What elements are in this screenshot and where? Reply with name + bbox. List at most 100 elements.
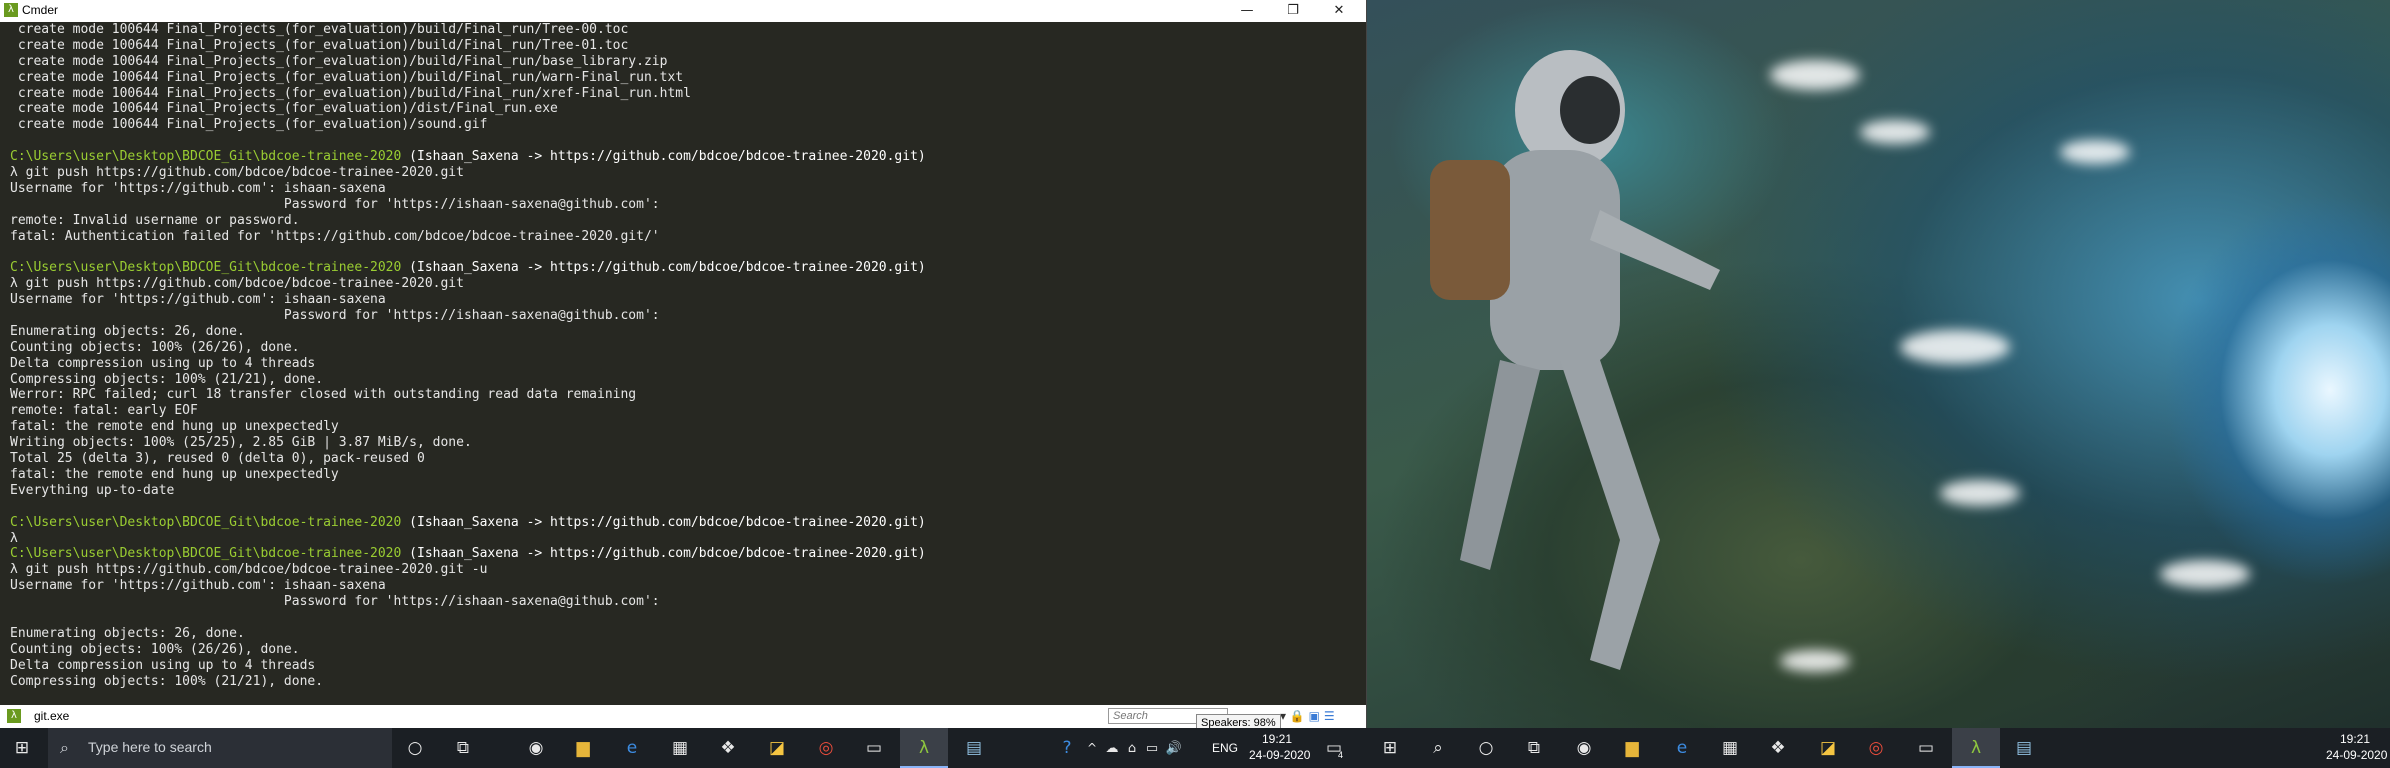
cmder-logo-icon: λ: [4, 3, 18, 17]
search-icon-secondary[interactable]: ⌕: [1426, 736, 1450, 760]
edge-icon-secondary[interactable]: e: [1670, 736, 1694, 760]
console-line: Username for 'https://github.com': ishaa…: [10, 578, 386, 594]
minimize-button[interactable]: —: [1224, 0, 1270, 22]
astronaut-figure: [1430, 50, 1720, 670]
console-line: Compressing objects: 100% (21/21), done.: [10, 371, 324, 387]
console-line: fatal: the remote end hung up unexpected…: [10, 466, 339, 482]
console-line: create mode 100644 Final_Projects_(for_e…: [10, 69, 684, 85]
console-line: λ git push https://github.com/bdcoe/bdco…: [10, 562, 488, 578]
notepad-icon-secondary[interactable]: ▤: [2012, 736, 2036, 760]
clock-time[interactable]: 19:21: [1262, 732, 1292, 746]
cloud: [2160, 560, 2250, 588]
cmder-taskbar-icon-secondary[interactable]: λ: [1964, 736, 1988, 760]
console-line: Enumerating objects: 26, done.: [10, 625, 245, 641]
cloud: [1770, 60, 1860, 90]
sticky-notes-icon-secondary[interactable]: ◪: [1816, 736, 1840, 760]
steam-icon[interactable]: ◉: [524, 736, 548, 760]
console-line: remote: fatal: early EOF: [10, 403, 198, 419]
console-line: C:\Users\user\Desktop\BDCOE_Git\bdcoe-tr…: [10, 149, 1360, 165]
console-line: C:\Users\user\Desktop\BDCOE_Git\bdcoe-tr…: [10, 515, 1360, 531]
dropbox-icon[interactable]: ❖: [716, 736, 740, 760]
console-line: Username for 'https://github.com': ishaa…: [10, 292, 386, 308]
status-icons: ▾ 🔒 ▣ ☰: [1280, 709, 1335, 723]
notification-count: 4: [1338, 750, 1344, 760]
clock-date-secondary[interactable]: 24-09-2020: [2326, 748, 2387, 762]
console-line: create mode 100644 Final_Projects_(for_e…: [10, 37, 629, 53]
prompt-branch: (Ishaan_Saxena -> https://github.com/bdc…: [401, 149, 926, 165]
windows-start-icon[interactable]: ⊞: [10, 736, 34, 760]
clock-time-secondary[interactable]: 19:21: [2340, 732, 2370, 746]
console-output[interactable]: create mode 100644 Final_Projects_(for_e…: [10, 22, 1360, 702]
sticky-notes-icon[interactable]: ◪: [765, 736, 789, 760]
taskbar: ⊞ ⌕ Type here to search ○ ⧉ ◉ ▆ e ▦ ❖ ◪ …: [0, 728, 2390, 768]
cmder-window: λ Cmder — ❐ ✕ create mode 100644 Final_P…: [0, 0, 1366, 732]
prompt-branch: (Ishaan_Saxena -> https://github.com/bdc…: [401, 546, 926, 562]
task-view-icon[interactable]: ⧉: [451, 736, 475, 760]
console-line: Password for 'https://ishaan-saxena@gith…: [10, 196, 660, 212]
speaker-icon[interactable]: 🔊: [1162, 736, 1186, 760]
task-view-icon-secondary[interactable]: ⧉: [1522, 736, 1546, 760]
prompt-path: C:\Users\user\Desktop\BDCOE_Git\bdcoe-tr…: [10, 514, 402, 530]
prompt-path: C:\Users\user\Desktop\BDCOE_Git\bdcoe-tr…: [10, 149, 402, 165]
console-line: Password for 'https://ishaan-saxena@gith…: [10, 594, 660, 610]
console-line: Total 25 (delta 3), reused 0 (delta 0), …: [10, 451, 425, 467]
console-line: λ git push https://github.com/bdcoe/bdco…: [10, 165, 464, 181]
cloud: [2060, 140, 2130, 164]
console-tab-label[interactable]: git.exe: [34, 709, 69, 723]
console-line: Counting objects: 100% (26/26), done.: [10, 339, 300, 355]
console-line: Password for 'https://ishaan-saxena@gith…: [10, 308, 660, 324]
file-explorer-icon[interactable]: ▆: [571, 736, 595, 760]
store-icon[interactable]: ▦: [668, 736, 692, 760]
console-line: create mode 100644 Final_Projects_(for_e…: [10, 85, 691, 101]
cmder-taskbar-icon[interactable]: λ: [912, 736, 936, 760]
close-button[interactable]: ✕: [1316, 0, 1362, 22]
edge-icon[interactable]: e: [620, 736, 644, 760]
maximize-button[interactable]: ❐: [1270, 0, 1316, 22]
cortana-icon[interactable]: ○: [403, 736, 427, 760]
dropbox-icon-secondary[interactable]: ❖: [1766, 736, 1790, 760]
terminal-icon-secondary[interactable]: ▭: [1914, 736, 1938, 760]
help-icon[interactable]: ?: [1055, 736, 1079, 760]
clock-date[interactable]: 24-09-2020: [1249, 748, 1310, 762]
title-bar[interactable]: λ Cmder — ❐ ✕: [0, 0, 1366, 22]
console-line: remote: Invalid username or password.: [10, 212, 300, 228]
dropdown-arrow-icon[interactable]: ▾: [1280, 709, 1286, 723]
console-line: create mode 100644 Final_Projects_(for_e…: [10, 101, 558, 117]
chrome-icon[interactable]: ◎: [814, 736, 838, 760]
console-line: Compressing objects: 100% (21/21), done.: [10, 673, 324, 689]
console-line: Everything up-to-date: [10, 482, 175, 498]
console-line: fatal: the remote end hung up unexpected…: [10, 419, 339, 435]
console-tab-icon[interactable]: λ: [7, 709, 21, 723]
window-title: Cmder: [22, 3, 59, 17]
console-line: create mode 100644 Final_Projects_(for_e…: [10, 22, 629, 37]
console-line: C:\Users\user\Desktop\BDCOE_Git\bdcoe-tr…: [10, 546, 1360, 562]
store-icon-secondary[interactable]: ▦: [1718, 736, 1742, 760]
search-icon: ⌕: [60, 738, 69, 757]
console-line: Delta compression using up to 4 threads: [10, 355, 316, 371]
console-line: Counting objects: 100% (26/26), done.: [10, 641, 300, 657]
language-indicator[interactable]: ENG: [1212, 741, 1238, 755]
console-line: C:\Users\user\Desktop\BDCOE_Git\bdcoe-tr…: [10, 260, 1360, 276]
windows-start-icon-secondary[interactable]: ⊞: [1378, 736, 1402, 760]
terminal-icon[interactable]: ▭: [862, 736, 886, 760]
cortana-icon-secondary[interactable]: ○: [1474, 736, 1498, 760]
split-view-icon[interactable]: ▣: [1309, 709, 1320, 723]
file-explorer-icon-secondary[interactable]: ▆: [1620, 736, 1644, 760]
console-line: Werror: RPC failed; curl 18 transfer clo…: [10, 387, 637, 403]
cloud: [1860, 120, 1930, 144]
cloud: [1900, 330, 2010, 364]
battery-icon[interactable]: ▭: [1140, 736, 1164, 760]
notepad-icon[interactable]: ▤: [962, 736, 986, 760]
taskbar-search-box[interactable]: ⌕ Type here to search: [48, 728, 392, 768]
steam-icon-secondary[interactable]: ◉: [1572, 736, 1596, 760]
prompt-path: C:\Users\user\Desktop\BDCOE_Git\bdcoe-tr…: [10, 260, 402, 276]
cloud: [1780, 650, 1850, 672]
prompt-branch: (Ishaan_Saxena -> https://github.com/bdc…: [401, 514, 926, 530]
chrome-icon-secondary[interactable]: ◎: [1864, 736, 1888, 760]
menu-icon[interactable]: ☰: [1324, 709, 1335, 723]
lock-icon[interactable]: 🔒: [1290, 709, 1305, 723]
console-line: λ git push https://github.com/bdcoe/bdco…: [10, 276, 464, 292]
